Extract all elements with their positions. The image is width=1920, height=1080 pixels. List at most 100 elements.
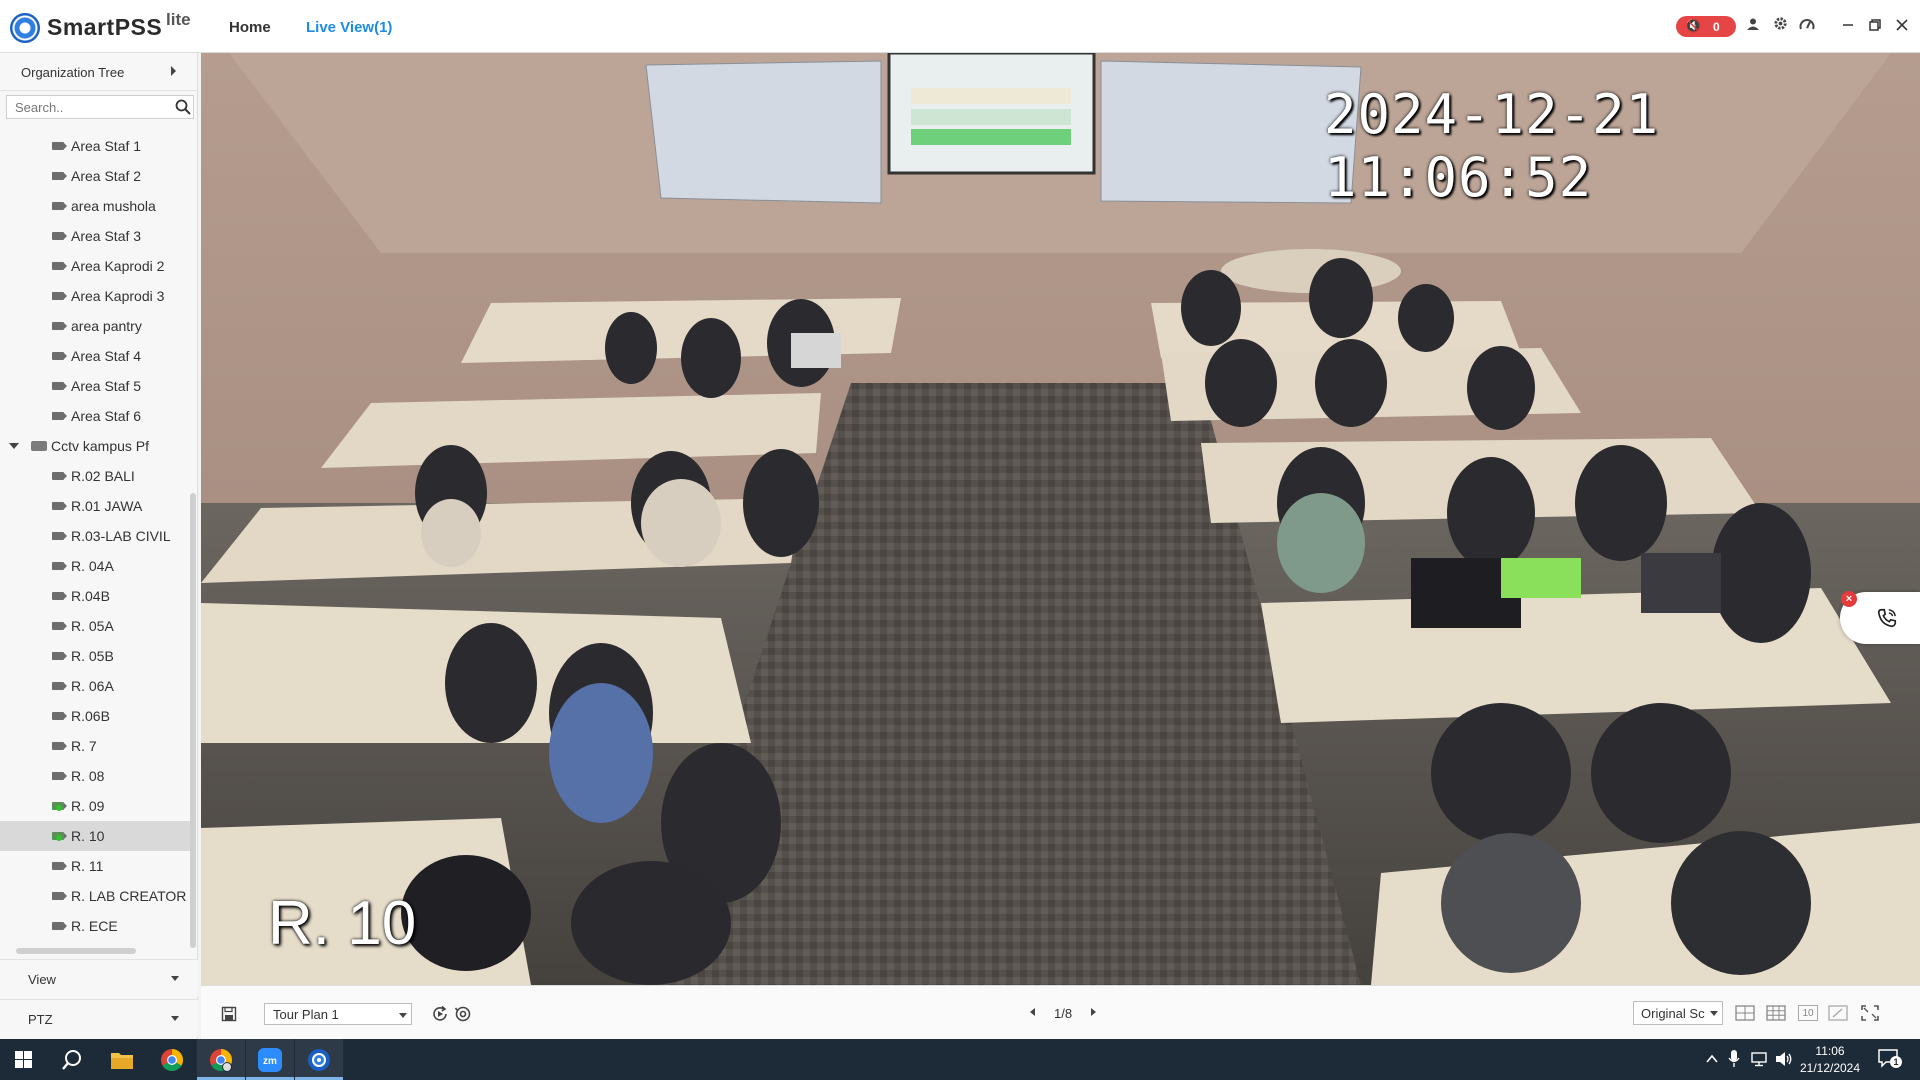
tree-group[interactable]: Cctv kampus Pf xyxy=(0,431,190,461)
expand-triangle-icon[interactable] xyxy=(9,443,19,449)
call-widget-close-icon[interactable]: × xyxy=(1841,591,1857,607)
camera-icon xyxy=(52,262,67,270)
tree-item-label: R.03-LAB CIVIL xyxy=(71,528,171,544)
tree-camera-item[interactable]: R. 06A xyxy=(0,671,190,701)
custom-layout-edit-icon[interactable] xyxy=(1828,1004,1848,1022)
gear-icon[interactable] xyxy=(1769,16,1791,38)
close-icon[interactable] xyxy=(1891,16,1913,38)
ptz-panel-header[interactable]: PTZ xyxy=(0,999,198,1037)
tree-item-label: area mushola xyxy=(71,198,156,214)
taskbar-smartpss[interactable] xyxy=(295,1039,343,1080)
tree-camera-item[interactable]: R.01 JAWA xyxy=(0,491,190,521)
camera-icon xyxy=(52,322,67,330)
tree-item-label: R. 7 xyxy=(71,738,97,754)
split-10-layout-icon[interactable]: 10 xyxy=(1798,1005,1818,1021)
osd-timestamp: 2024-12-21 11:06:52 xyxy=(1324,83,1660,209)
live-status-dot xyxy=(56,835,62,841)
tree-camera-item[interactable]: R. 10 xyxy=(0,821,190,851)
tree-item-label: R. 06A xyxy=(71,678,114,694)
search-input[interactable] xyxy=(15,99,165,115)
notification-center-button[interactable]: 1 xyxy=(1878,1048,1902,1070)
taskbar-chrome-profile[interactable] xyxy=(197,1039,245,1080)
performance-gauge-icon[interactable] xyxy=(1796,16,1818,38)
camera-icon xyxy=(52,772,67,780)
page-indicator: 1/8 xyxy=(1054,1006,1073,1021)
tree-item-label: R. 11 xyxy=(71,858,104,874)
tour-start-icon[interactable] xyxy=(431,1005,449,1023)
tree-camera-item[interactable]: R. 08 xyxy=(0,761,190,791)
tree-camera-item[interactable]: Area Staf 4 xyxy=(0,341,190,371)
chrome-profile-icon xyxy=(210,1049,232,1072)
network-icon[interactable] xyxy=(1751,1051,1769,1067)
search-icon xyxy=(62,1050,81,1070)
tree-camera-item[interactable]: R. 11 xyxy=(0,851,190,881)
speaker-muted-icon: 🔇 xyxy=(1685,18,1702,33)
tree-camera-item[interactable]: Area Staf 3 xyxy=(0,221,190,251)
taskbar-clock-time[interactable]: 11:06 xyxy=(1790,1044,1870,1058)
app-brand: SmartPSS xyxy=(47,14,163,40)
sidebar: Organization Tree Area Staf 1 Area Staf 2… xyxy=(0,53,198,1039)
device-group-icon xyxy=(31,441,47,451)
display-scale-select[interactable]: Original Sc xyxy=(1633,1001,1723,1025)
tree-item-label: R. 04A xyxy=(71,558,114,574)
previous-page-icon[interactable] xyxy=(1030,1008,1035,1016)
camera-icon xyxy=(52,562,67,570)
fullscreen-icon[interactable] xyxy=(1860,1004,1880,1022)
organization-tree-header[interactable]: Organization Tree xyxy=(0,53,198,91)
split-4-layout-icon[interactable] xyxy=(1735,1004,1755,1022)
tree-camera-item[interactable]: Area Staf 2 xyxy=(0,161,190,191)
camera-icon xyxy=(52,412,67,420)
tour-settings-icon[interactable] xyxy=(454,1005,472,1023)
tree-camera-item[interactable]: R. ECE xyxy=(0,911,190,941)
tree-camera-item[interactable]: Area Staf 5 xyxy=(0,371,190,401)
chevron-down-icon xyxy=(1710,1011,1718,1016)
tree-item-label: Cctv kampus Pf xyxy=(51,438,150,454)
tree-camera-item[interactable]: R. 7 xyxy=(0,731,190,761)
tree-camera-item[interactable]: Area Kaprodi 3 xyxy=(0,281,190,311)
taskbar-clock-date[interactable]: 21/12/2024 xyxy=(1790,1061,1870,1075)
chevron-up-icon[interactable] xyxy=(1706,1054,1718,1064)
camera-icon xyxy=(52,382,67,390)
taskbar-chrome[interactable] xyxy=(148,1039,196,1080)
tree-camera-item[interactable]: R. 09 xyxy=(0,791,190,821)
tree-item-label: R.02 BALI xyxy=(71,468,135,484)
tree-camera-item[interactable]: R. LAB CREATOR xyxy=(0,881,190,911)
taskbar-search-button[interactable] xyxy=(48,1039,96,1080)
windows-start-button[interactable] xyxy=(0,1039,48,1080)
tree-camera-item[interactable]: R.04B xyxy=(0,581,190,611)
user-icon[interactable] xyxy=(1742,16,1764,38)
smartpss-logo-icon xyxy=(10,13,40,43)
tree-camera-item[interactable]: Area Staf 1 xyxy=(0,131,190,161)
taskbar-zoom[interactable]: zm xyxy=(246,1039,294,1080)
tree-camera-item[interactable]: R. 04A xyxy=(0,551,190,581)
alarm-button[interactable]: 🔇 0 xyxy=(1676,16,1736,37)
tree-item-label: R.01 JAWA xyxy=(71,498,143,514)
tree-vertical-scrollbar[interactable] xyxy=(190,493,196,948)
windows-logo-icon xyxy=(15,1051,32,1068)
next-page-icon[interactable] xyxy=(1091,1008,1096,1016)
save-view-icon[interactable] xyxy=(221,1006,237,1022)
minimize-icon[interactable] xyxy=(1837,16,1859,38)
search-icon[interactable] xyxy=(175,99,191,115)
view-panel-header[interactable]: View xyxy=(0,959,198,997)
tab-live-view[interactable]: Live View(1) xyxy=(306,19,392,36)
tree-camera-item[interactable]: R. 05A xyxy=(0,611,190,641)
tree-horizontal-scrollbar[interactable] xyxy=(16,948,136,954)
split-9-layout-icon[interactable] xyxy=(1766,1004,1786,1022)
tree-camera-item[interactable]: area mushola xyxy=(0,191,190,221)
tree-camera-item[interactable]: Area Kaprodi 2 xyxy=(0,251,190,281)
restore-icon[interactable] xyxy=(1864,16,1886,38)
tree-camera-item[interactable]: R.03-LAB CIVIL xyxy=(0,521,190,551)
tree-camera-item[interactable]: Area Staf 6 xyxy=(0,401,190,431)
live-video-window[interactable]: 2024-12-21 11:06:52 R. 10 xyxy=(201,53,1920,985)
tab-home[interactable]: Home xyxy=(229,19,271,36)
tree-camera-item[interactable]: R. 05B xyxy=(0,641,190,671)
taskbar-file-explorer[interactable] xyxy=(98,1039,146,1080)
tour-plan-select[interactable]: Tour Plan 1 xyxy=(264,1003,412,1025)
display-scale-value: Original Sc xyxy=(1641,1006,1705,1021)
tree-camera-item[interactable]: R.06B xyxy=(0,701,190,731)
tree-camera-item[interactable]: area pantry xyxy=(0,311,190,341)
tree-camera-item[interactable]: R.02 BALI xyxy=(0,461,190,491)
microphone-icon[interactable] xyxy=(1728,1050,1740,1068)
tree-item-label: R. 05A xyxy=(71,618,114,634)
